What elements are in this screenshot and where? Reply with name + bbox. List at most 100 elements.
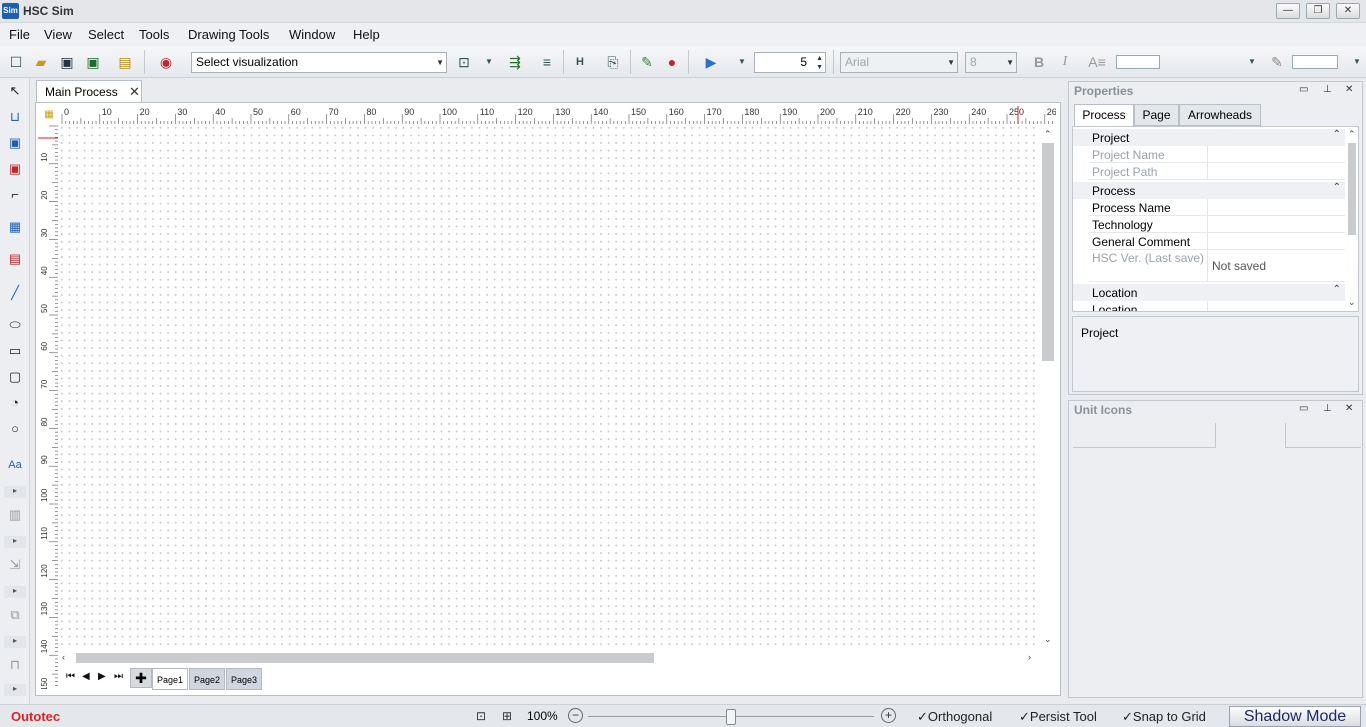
- lock-icon[interactable]: ●: [663, 53, 681, 71]
- menu-select[interactable]: Select: [88, 27, 124, 42]
- rounded-rectangle-icon[interactable]: ▢: [5, 368, 25, 386]
- window-icon[interactable]: ▭: [1299, 403, 1308, 414]
- horizontal-scroll-thumb[interactable]: [76, 653, 654, 663]
- visualization-combo[interactable]: Select visualization ▼: [191, 52, 447, 73]
- property-row[interactable]: HSC Ver. (Last save) Not saved: [1089, 250, 1345, 282]
- italic-button[interactable]: I: [1056, 53, 1074, 71]
- unit-r-icon[interactable]: ▣: [5, 134, 25, 152]
- heading-icon[interactable]: H: [571, 53, 589, 71]
- expand-arrow-icon[interactable]: ▸: [4, 636, 26, 648]
- zoom-slider-thumb[interactable]: [726, 709, 736, 725]
- prev-page-icon[interactable]: ◀: [82, 671, 90, 682]
- page-tab-1[interactable]: Page1: [152, 668, 188, 690]
- play-icon[interactable]: ▶: [702, 53, 720, 71]
- chevron-down-icon[interactable]: ▼: [480, 53, 498, 71]
- unit-icon-slot[interactable]: [1285, 423, 1361, 448]
- pointer-icon[interactable]: ↖: [5, 82, 25, 100]
- window-icon[interactable]: ▭: [1299, 84, 1308, 95]
- calculator-icon[interactable]: ⊡: [455, 53, 473, 71]
- pin-icon[interactable]: ⊥: [1323, 403, 1332, 414]
- collapse-icon[interactable]: ⌃: [1333, 284, 1341, 295]
- new-file-icon[interactable]: ☐: [7, 53, 25, 71]
- pie-icon[interactable]: ◔: [5, 394, 25, 412]
- minimize-button[interactable]: —: [1276, 3, 1300, 19]
- tab-main-process[interactable]: Main Process ✕: [36, 80, 142, 102]
- text-box-icon[interactable]: ▤: [5, 250, 25, 268]
- persist-tool-toggle[interactable]: ✓Persist Tool: [1019, 709, 1097, 725]
- chevron-down-icon[interactable]: ▼: [733, 53, 751, 71]
- first-page-icon[interactable]: ⏮: [66, 671, 75, 682]
- save-as-icon[interactable]: ▣: [84, 53, 102, 71]
- collapse-icon[interactable]: ⌃: [1333, 182, 1341, 193]
- scroll-right-icon[interactable]: ›: [1028, 652, 1031, 662]
- align-icon[interactable]: ≡: [538, 53, 556, 71]
- property-row[interactable]: Location: [1089, 301, 1345, 311]
- menu-window[interactable]: Window: [289, 27, 335, 42]
- vertical-scroll-thumb[interactable]: [1042, 143, 1054, 361]
- pen-icon[interactable]: ✎: [1268, 53, 1286, 71]
- tab-page[interactable]: Page: [1134, 104, 1179, 126]
- chevron-down-icon[interactable]: ▼: [1243, 53, 1261, 71]
- chevron-down-icon[interactable]: ▼: [1348, 53, 1366, 71]
- align-left-icon[interactable]: ▥: [5, 506, 25, 524]
- font-size-combo[interactable]: 8 ▼: [965, 52, 1017, 73]
- ellipse-icon[interactable]: ⬭: [5, 316, 25, 334]
- next-page-icon[interactable]: ▶: [98, 671, 106, 682]
- property-row[interactable]: Process Name: [1089, 199, 1345, 216]
- tab-arrowheads[interactable]: Arrowheads: [1179, 104, 1261, 126]
- category-process[interactable]: Process ⌃: [1073, 182, 1345, 199]
- property-value[interactable]: Not saved: [1212, 259, 1266, 273]
- menu-file[interactable]: File: [9, 27, 30, 42]
- font-combo[interactable]: Arial ▼: [840, 52, 958, 73]
- circle-icon[interactable]: ○: [5, 420, 25, 438]
- property-row[interactable]: Technology: [1089, 216, 1345, 233]
- table-icon[interactable]: ▦: [5, 218, 25, 236]
- category-project[interactable]: Project ⌃: [1073, 129, 1345, 146]
- group-icon[interactable]: ⧉: [5, 606, 25, 624]
- page-tab-3[interactable]: Page3: [226, 668, 262, 690]
- pin-icon[interactable]: ⊥: [1323, 84, 1332, 95]
- vertical-scrollbar[interactable]: ⌃ ⌄: [1041, 129, 1055, 649]
- expand-arrow-icon[interactable]: ▸: [4, 486, 26, 498]
- maximize-button[interactable]: ❐: [1306, 3, 1330, 19]
- save-icon[interactable]: ▣: [58, 53, 76, 71]
- export-icon[interactable]: ⇶: [506, 53, 524, 71]
- menu-help[interactable]: Help: [353, 27, 380, 42]
- property-row[interactable]: General Comment: [1089, 233, 1345, 250]
- last-page-icon[interactable]: ⏭: [114, 671, 123, 682]
- unit-u-icon[interactable]: ⊔: [5, 108, 25, 126]
- property-grid-scrollbar[interactable]: ⌃ ⌄: [1347, 129, 1357, 309]
- scroll-left-icon[interactable]: ‹: [62, 652, 65, 662]
- line-icon[interactable]: ╱: [5, 284, 25, 302]
- snap-to-grid-toggle[interactable]: ✓Snap to Grid: [1122, 709, 1206, 725]
- fit-page-icon[interactable]: ⊡: [476, 709, 486, 723]
- open-folder-icon[interactable]: ▰: [32, 53, 50, 71]
- order-icon[interactable]: ⊓: [5, 656, 25, 674]
- expand-arrow-icon[interactable]: ▸: [4, 684, 26, 696]
- expand-arrow-icon[interactable]: ▸: [4, 586, 26, 598]
- property-row[interactable]: Project Path: [1089, 163, 1345, 180]
- category-location[interactable]: Location ⌃: [1073, 284, 1345, 301]
- scroll-down-icon[interactable]: ⌄: [1348, 297, 1356, 308]
- menu-drawing-tools[interactable]: Drawing Tools: [188, 27, 269, 42]
- report-icon[interactable]: ▤: [116, 53, 134, 71]
- zoom-out-button[interactable]: −: [568, 708, 583, 723]
- property-grid-scroll-thumb[interactable]: [1348, 143, 1356, 235]
- resize-icon[interactable]: ⇲: [5, 556, 25, 574]
- text-aa-icon[interactable]: Aa: [5, 456, 25, 474]
- menu-tools[interactable]: Tools: [139, 27, 169, 42]
- clipboard-icon[interactable]: ⎘: [604, 53, 622, 71]
- expand-arrow-icon[interactable]: ▸: [4, 536, 26, 548]
- rectangle-icon[interactable]: ▭: [5, 342, 25, 360]
- tab-process[interactable]: Process: [1074, 104, 1134, 126]
- text-align-icon[interactable]: A≡: [1088, 53, 1106, 71]
- scroll-down-icon[interactable]: ⌄: [1044, 634, 1052, 645]
- connector-icon[interactable]: ⌐: [5, 186, 25, 204]
- page-tab-2[interactable]: Page2: [189, 668, 225, 690]
- add-page-button[interactable]: ✚: [130, 668, 152, 688]
- line-style-swatch[interactable]: [1116, 55, 1160, 69]
- horizontal-scrollbar[interactable]: ‹ ›: [58, 651, 1040, 665]
- close-icon[interactable]: ✕: [1345, 84, 1353, 95]
- shadow-mode-button[interactable]: Shadow Mode: [1229, 706, 1361, 727]
- unit-d-icon[interactable]: ▣: [5, 160, 25, 178]
